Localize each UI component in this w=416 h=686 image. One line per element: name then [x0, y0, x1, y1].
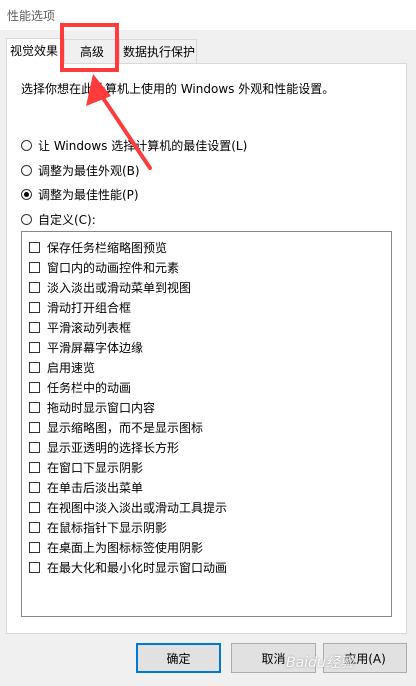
watermark-logo: Baidu经验	[286, 655, 354, 671]
annotation-arrow	[86, 74, 152, 170]
